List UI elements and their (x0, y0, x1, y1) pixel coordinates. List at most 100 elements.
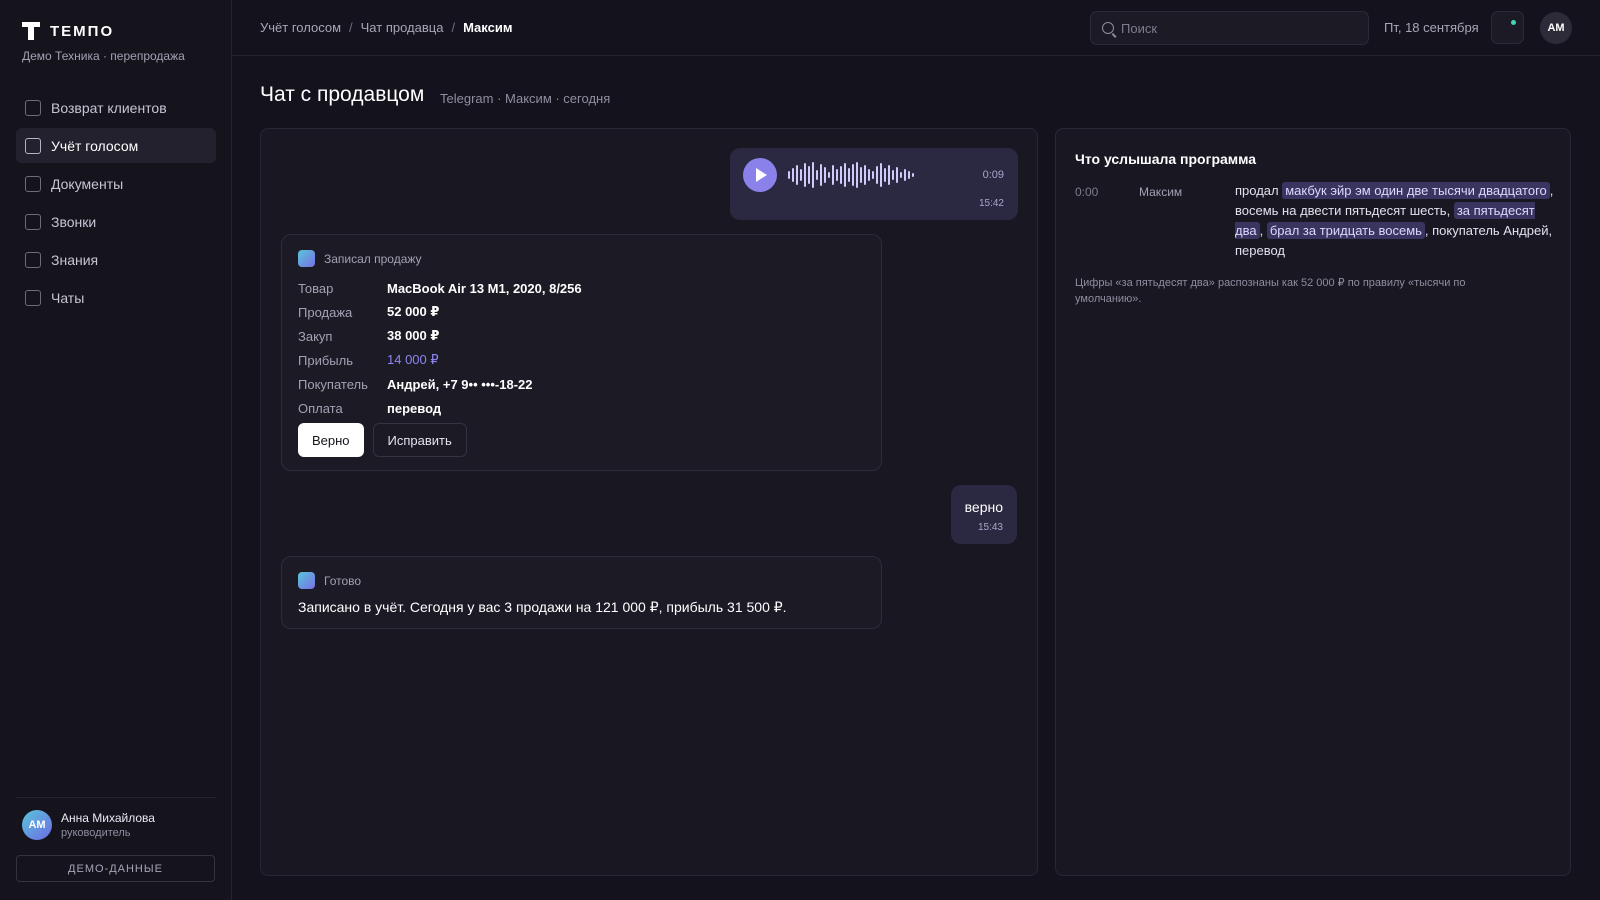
user-name: Анна Михайлова (61, 811, 155, 825)
search-input[interactable] (1121, 20, 1351, 36)
page-subtitle: Telegram · Максим · сегодня (440, 91, 611, 106)
waveform-bar (788, 171, 790, 179)
search-icon (1102, 22, 1114, 34)
detail-key: Товар (298, 280, 334, 296)
card-header: Записал продажу (298, 250, 422, 267)
waveform-bar (808, 166, 810, 184)
waveform-bar (868, 169, 870, 181)
sale-card: Записал продажу Товар MacBook Air 13 M1,… (281, 234, 882, 471)
bot-icon (298, 250, 315, 267)
done-message-text: Записано в учёт. Сегодня у вас 3 продажи… (298, 599, 787, 615)
waveform[interactable] (788, 161, 914, 189)
waveform-bar (912, 173, 914, 177)
breadcrumb-separator: / (451, 20, 456, 35)
sidebar-item-label: Возврат клиентов (51, 99, 167, 116)
transcript-highlight[interactable]: макбук эйр эм один две тысячи двадцатого (1282, 182, 1550, 199)
calls-icon (25, 213, 41, 230)
waveform-bar (792, 168, 794, 182)
waveform-bar (820, 164, 822, 186)
detail-key: Прибыль (298, 352, 353, 368)
play-icon[interactable] (743, 158, 777, 192)
sidebar-nav: Возврат клиентов Учёт голосом Документы … (16, 90, 216, 318)
waveform-bar (824, 167, 826, 183)
transcript-timestamp[interactable]: 0:00 (1075, 185, 1098, 199)
search-box[interactable] (1090, 11, 1369, 45)
profit-value: 14 000 ₽ (387, 352, 439, 367)
detail-value: Андрей, +7 9•• •••-18-22 (387, 376, 533, 392)
avatar: АМ (22, 810, 52, 840)
voice-message: 0:09 15:42 (730, 148, 1018, 220)
waveform-bar (844, 163, 846, 187)
transcript-fragment: продал (1235, 183, 1283, 198)
chats-icon (25, 289, 41, 306)
knowledge-icon (25, 251, 41, 268)
edit-button[interactable]: Исправить (372, 423, 467, 457)
waveform-bar (852, 164, 854, 186)
card-header-label: Записал продажу (324, 251, 422, 266)
message-time: 15:42 (978, 198, 1004, 209)
brand[interactable]: ТЕМПО (22, 22, 114, 40)
waveform-bar (796, 165, 798, 185)
detail-value: перевод (387, 400, 442, 416)
waveform-bar (876, 166, 878, 184)
sidebar-divider (16, 797, 216, 798)
chat-panel: 0:09 15:42 Записал продажу Товар MacBook… (260, 128, 1038, 876)
avatar[interactable]: АМ (1540, 12, 1572, 44)
waveform-bar (880, 163, 882, 187)
sidebar-item-voice-accounting[interactable]: Учёт голосом (16, 128, 216, 163)
transcript-fragment: , (1259, 223, 1267, 238)
detail-value: 52 000 ₽ (387, 304, 440, 319)
transcript-highlight[interactable]: брал за тридцать восемь (1266, 222, 1425, 239)
sidebar: ТЕМПО Демо Техника · перепродажа Возврат… (0, 0, 232, 900)
waveform-bar (816, 170, 818, 180)
waveform-bar (828, 172, 830, 178)
waveform-bar (836, 169, 838, 181)
notification-icon (1511, 20, 1516, 25)
sidebar-item-label: Звонки (51, 213, 97, 230)
detail-key: Покупатель (298, 376, 368, 392)
transcript-title: Что услышала программа (1075, 151, 1257, 167)
bot-icon (298, 572, 315, 589)
waveform-bar (884, 168, 886, 182)
detail-value: MacBook Air 13 M1, 2020, 8/256 (387, 280, 582, 296)
breadcrumb-item-current: Максим (463, 20, 513, 35)
card-header-label: Готово (324, 573, 362, 588)
transcript-text: продал макбук эйр эм один две тысячи два… (1235, 181, 1555, 261)
notifications-button[interactable] (1491, 11, 1524, 44)
breadcrumb-item-seller-chat[interactable]: Чат продавца (361, 20, 444, 35)
waveform-bar (832, 165, 834, 185)
waveform-bar (848, 168, 850, 182)
sale-details: Товар MacBook Air 13 M1, 2020, 8/256 Про… (298, 276, 582, 420)
sidebar-item-label: Знания (51, 251, 99, 268)
sidebar-item-documents[interactable]: Документы (16, 166, 216, 201)
transcript-note: Цифры «за пятьдесят два» распознаны как … (1075, 277, 1466, 305)
done-card: Готово Записано в учёт. Сегодня у вас 3 … (281, 556, 882, 629)
documents-icon (25, 175, 41, 192)
detail-row: Оплата перевод (298, 396, 582, 420)
sidebar-item-knowledge[interactable]: Знания (16, 242, 216, 277)
transcript-speaker: Максим (1139, 185, 1183, 199)
breadcrumb-item-voice-accounting[interactable]: Учёт голосом (260, 20, 341, 35)
sidebar-item-chats[interactable]: Чаты (16, 280, 216, 315)
brand-logo-icon (22, 22, 40, 40)
breadcrumb: Учёт голосом / Чат продавца / Максим (260, 20, 512, 35)
waveform-bar (800, 169, 802, 181)
sidebar-item-returns[interactable]: Возврат клиентов (16, 90, 216, 125)
detail-key: Оплата (298, 400, 343, 416)
waveform-bar (864, 165, 866, 185)
waveform-bar (888, 165, 890, 185)
detail-row: Продажа 52 000 ₽ (298, 300, 582, 324)
waveform-bar (904, 169, 906, 181)
waveform-bar (872, 171, 874, 179)
topbar: Учёт голосом / Чат продавца / Максим Пт,… (232, 0, 1600, 56)
sidebar-item-calls[interactable]: Звонки (16, 204, 216, 239)
detail-key: Закуп (298, 328, 333, 344)
detail-row: Товар MacBook Air 13 M1, 2020, 8/256 (298, 276, 582, 300)
user-role: руководитель (61, 827, 131, 839)
waveform-bar (908, 171, 910, 179)
current-user[interactable]: АМ Анна Михайлова руководитель (22, 810, 155, 840)
waveform-bar (860, 167, 862, 183)
brand-name: ТЕМПО (50, 22, 115, 40)
confirm-button[interactable]: Верно (298, 423, 364, 457)
demo-data-button[interactable]: ДЕМО-ДАННЫЕ (16, 855, 215, 882)
